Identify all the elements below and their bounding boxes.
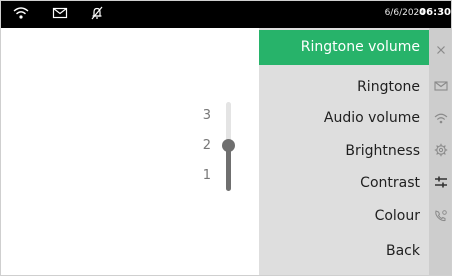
- level-slider-handle[interactable]: [222, 138, 235, 152]
- menu-item-ringtone[interactable]: Ringtone: [259, 70, 429, 105]
- phone-settings-icon: [433, 208, 449, 224]
- menu-item-brightness[interactable]: Brightness: [259, 134, 429, 169]
- level-label-1: 1: [202, 168, 211, 183]
- side-icon-column: [429, 28, 451, 275]
- close-icon[interactable]: [433, 42, 449, 58]
- menu-item-audio-volume[interactable]: Audio volume: [259, 101, 429, 136]
- settings-menu: Ringtone volume Ringtone Audio volume Br…: [259, 28, 429, 275]
- sliders-icon: [433, 174, 449, 190]
- wifi-icon: [13, 6, 31, 22]
- menu-item-contrast[interactable]: Contrast: [259, 166, 429, 201]
- mail-icon: [433, 78, 449, 94]
- level-slider-fill: [226, 145, 231, 191]
- gear-icon: [433, 142, 449, 158]
- wifi-icon: [433, 110, 449, 126]
- menu-item-back[interactable]: Back: [259, 234, 429, 269]
- mail-icon: [52, 6, 70, 22]
- status-bar: 6/6/2024 06:30: [1, 1, 451, 28]
- notifications-off-icon: [89, 6, 107, 22]
- menu-item-colour[interactable]: Colour: [259, 199, 429, 234]
- menu-item-ringtone-volume[interactable]: Ringtone volume: [259, 30, 429, 65]
- level-label-3: 3: [202, 108, 211, 123]
- level-label-2: 2: [202, 138, 211, 153]
- status-time: 06:30: [419, 7, 451, 18]
- screen: 6/6/2024 06:30 3 2 1 Ringtone volume Rin…: [0, 0, 452, 276]
